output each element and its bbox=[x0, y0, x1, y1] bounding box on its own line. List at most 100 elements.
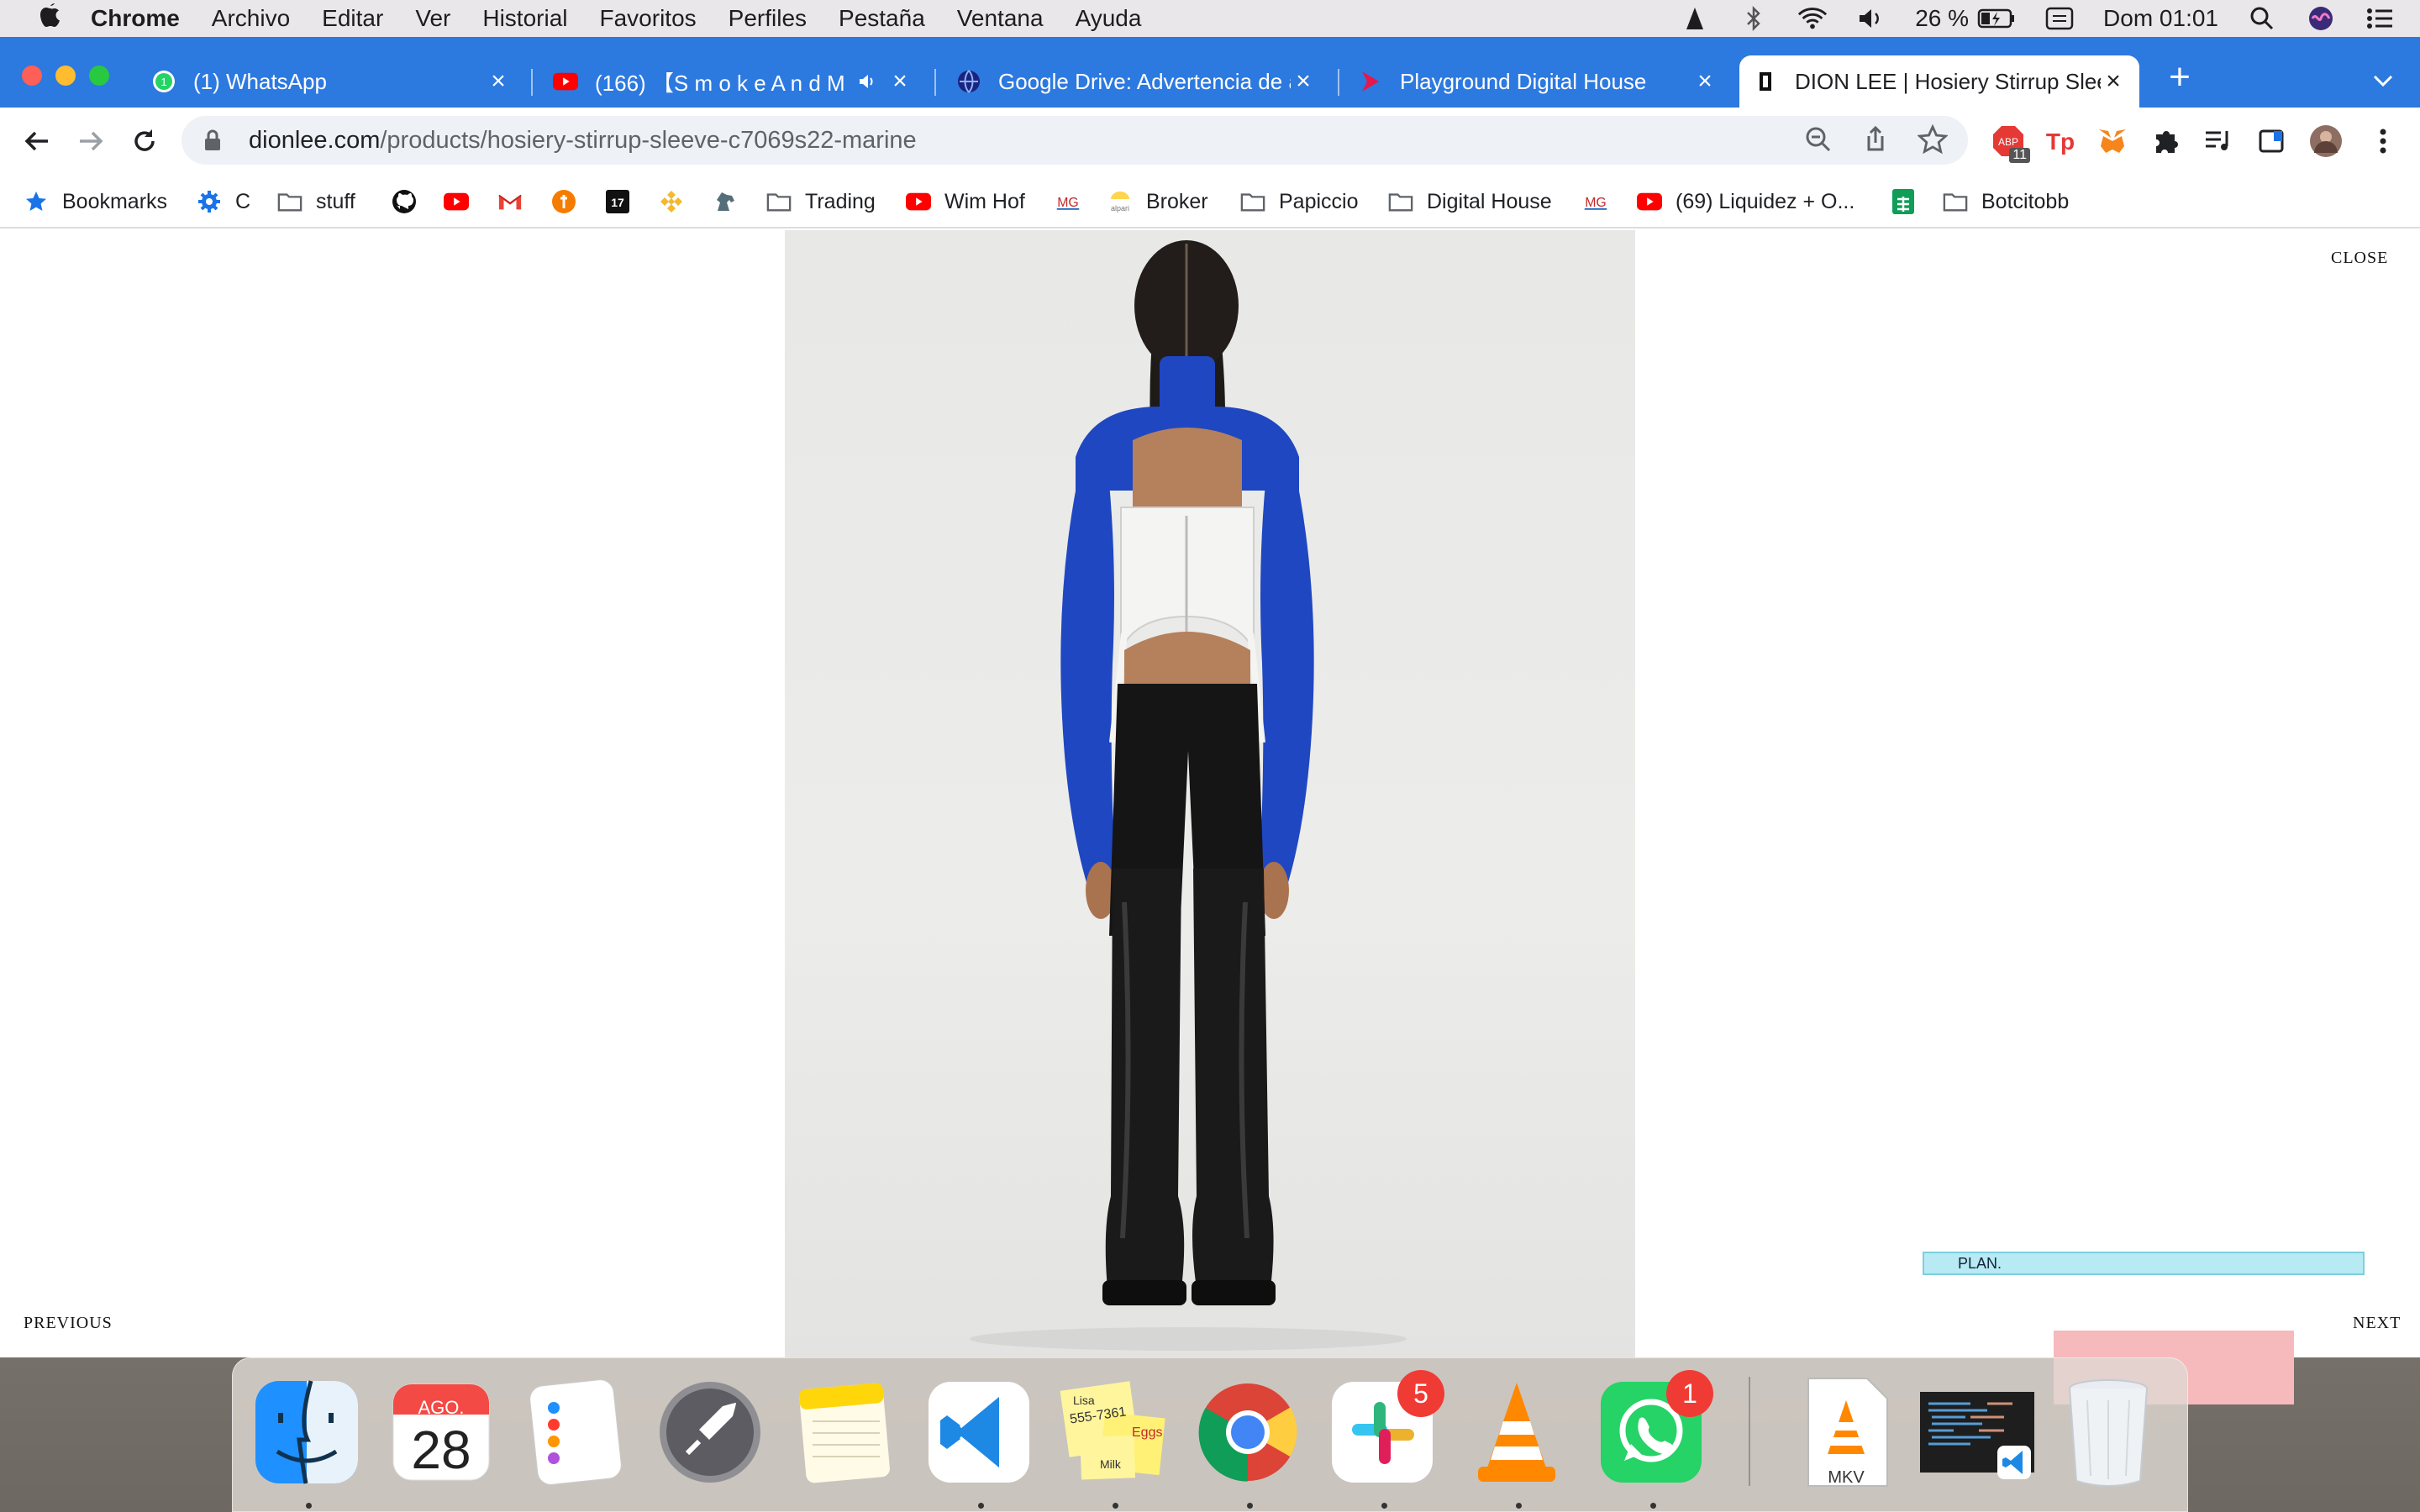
finder-icon[interactable] bbox=[250, 1375, 364, 1489]
trash-icon[interactable] bbox=[2051, 1375, 2165, 1489]
tab-close-icon[interactable]: × bbox=[1692, 67, 1718, 96]
lock-icon[interactable] bbox=[200, 128, 225, 153]
back-button[interactable] bbox=[18, 123, 55, 160]
bookmark-mg-2[interactable]: MG bbox=[1583, 186, 1622, 217]
bookmark-horse[interactable] bbox=[713, 186, 751, 217]
bookmark-wim-hof[interactable]: Wim Hof bbox=[906, 186, 1025, 217]
close-window-button[interactable] bbox=[22, 66, 42, 86]
control-center-icon[interactable] bbox=[2365, 6, 2395, 31]
bookmark-sheets[interactable] bbox=[1891, 186, 1929, 217]
bookmark-digital-house[interactable]: Digital House bbox=[1388, 186, 1552, 217]
alpari-icon: alpari bbox=[1107, 189, 1133, 214]
adblock-plus-icon[interactable]: ABP 11 bbox=[1991, 124, 2030, 163]
share-icon[interactable] bbox=[1860, 124, 1891, 155]
tab-close-icon[interactable]: × bbox=[887, 67, 913, 96]
launchpad-rocket-icon[interactable] bbox=[653, 1375, 767, 1489]
vlc-icon[interactable] bbox=[1460, 1375, 1574, 1489]
whatsapp-icon[interactable]: 1 bbox=[1594, 1370, 1713, 1489]
bookmark-trading[interactable]: Trading bbox=[766, 186, 876, 217]
reading-list-icon[interactable] bbox=[2255, 124, 2289, 158]
tab-dion-lee[interactable]: DION LEE | Hosiery Stirrup Sleeve × bbox=[1739, 55, 2139, 108]
zoom-out-icon[interactable] bbox=[1803, 124, 1833, 155]
bookmark-papiccio[interactable]: Papiccio bbox=[1240, 186, 1359, 217]
speaker-icon[interactable] bbox=[857, 69, 877, 94]
bookmark-gmail[interactable] bbox=[497, 186, 536, 217]
battery-indicator[interactable]: 26 % bbox=[1915, 5, 2016, 32]
vscode-window-thumbnail[interactable] bbox=[1920, 1375, 2034, 1489]
bookmark-youtube[interactable] bbox=[444, 186, 482, 217]
bookmark-binance[interactable] bbox=[659, 186, 697, 217]
reload-button[interactable] bbox=[126, 123, 163, 160]
tab-close-icon[interactable]: × bbox=[486, 67, 511, 96]
menu-ventana[interactable]: Ventana bbox=[957, 5, 1044, 32]
spotlight-search-icon[interactable] bbox=[2247, 6, 2277, 31]
tab-playground[interactable]: Playground Digital House × bbox=[1344, 55, 1731, 108]
close-lightbox-link[interactable]: CLOSE bbox=[2331, 249, 2388, 268]
apple-icon[interactable] bbox=[34, 1, 67, 36]
youtube-icon bbox=[444, 189, 469, 214]
bookmark-orange-circle[interactable] bbox=[551, 186, 590, 217]
stickies-icon[interactable]: Lisa 555-7361 Eggs Milk bbox=[1056, 1375, 1171, 1489]
menu-pestana[interactable]: Pestaña bbox=[839, 5, 925, 32]
menu-ayuda[interactable]: Ayuda bbox=[1076, 5, 1142, 32]
orange-circle-icon bbox=[551, 189, 576, 214]
bookmark-broker[interactable]: alpari Broker bbox=[1107, 186, 1208, 217]
vlc-status-icon[interactable] bbox=[1680, 6, 1710, 31]
new-tab-button[interactable]: + bbox=[2161, 59, 2198, 97]
tab-close-icon[interactable]: × bbox=[1291, 67, 1316, 96]
bookmark-bookmarks[interactable]: Bookmarks bbox=[24, 186, 167, 217]
plan-widget[interactable]: PLAN. bbox=[1923, 1252, 2365, 1275]
forward-button[interactable] bbox=[72, 123, 109, 160]
reload-icon bbox=[134, 129, 155, 151]
menu-favoritos[interactable]: Favoritos bbox=[600, 5, 697, 32]
menubar-clock[interactable]: Dom 01:01 bbox=[2103, 5, 2218, 32]
tab-youtube[interactable]: (166) 【S m o k e A n d M i r r o r s】 × bbox=[539, 55, 926, 108]
tab-title: (166) 【S m o k e A n d M i r r o r s】 bbox=[595, 70, 852, 96]
menu-archivo[interactable]: Archivo bbox=[212, 5, 290, 32]
keyboard-input-icon[interactable] bbox=[2044, 6, 2075, 31]
tab-title: Google Drive: Advertencia de análisis bbox=[998, 68, 1291, 94]
tab-whatsapp[interactable]: 1 (1) WhatsApp × bbox=[138, 55, 524, 108]
reminders-icon[interactable] bbox=[518, 1375, 633, 1489]
tab-search-chevron-icon[interactable] bbox=[2368, 66, 2398, 96]
menu-perfiles[interactable]: Perfiles bbox=[729, 5, 807, 32]
menu-ver[interactable]: Ver bbox=[415, 5, 450, 32]
chrome-icon[interactable] bbox=[1191, 1375, 1305, 1489]
bookmark-c[interactable]: C bbox=[197, 186, 250, 217]
mkv-file-icon[interactable]: MKV bbox=[1789, 1375, 1903, 1489]
media-control-icon[interactable] bbox=[2202, 124, 2235, 158]
profile-avatar[interactable] bbox=[2309, 124, 2343, 158]
tab-title: DION LEE | Hosiery Stirrup Sleeve bbox=[1795, 68, 2101, 94]
bluetooth-icon[interactable] bbox=[1739, 6, 1769, 31]
address-bar[interactable]: dionlee.com/products/hosiery-stirrup-sle… bbox=[182, 116, 1968, 165]
volume-icon[interactable] bbox=[1856, 6, 1886, 31]
bookmark-mg[interactable]: MG bbox=[1055, 186, 1094, 217]
zoom-window-button[interactable] bbox=[89, 66, 109, 86]
wifi-icon[interactable] bbox=[1797, 6, 1828, 31]
bookmark-star-icon[interactable] bbox=[1918, 124, 1948, 155]
bookmark-tradingview[interactable]: 17 bbox=[605, 186, 644, 217]
tab-google-drive[interactable]: Google Drive: Advertencia de análisis × bbox=[943, 55, 1329, 108]
chrome-menu-kebab-icon[interactable] bbox=[2366, 124, 2400, 158]
menu-historial[interactable]: Historial bbox=[482, 5, 567, 32]
slack-icon[interactable]: 5 bbox=[1325, 1370, 1444, 1489]
bookmark-stuff[interactable]: stuff bbox=[277, 186, 355, 217]
menu-editar[interactable]: Editar bbox=[322, 5, 383, 32]
product-photo[interactable] bbox=[785, 230, 1635, 1357]
notes-icon[interactable] bbox=[787, 1375, 902, 1489]
menu-app-name[interactable]: Chrome bbox=[91, 5, 180, 32]
minimize-window-button[interactable] bbox=[55, 66, 76, 86]
bookmark-botcitobb[interactable]: Botcitobb bbox=[1943, 186, 2069, 217]
vscode-icon[interactable] bbox=[922, 1375, 1036, 1489]
extensions-puzzle-icon[interactable] bbox=[2149, 124, 2183, 158]
bookmark-liquidez[interactable]: (69) Liquidez + O... bbox=[1637, 186, 1854, 217]
previous-image-link[interactable]: PREVIOUS bbox=[24, 1314, 113, 1333]
bookmark-github[interactable] bbox=[392, 186, 430, 217]
siri-icon[interactable] bbox=[2306, 6, 2336, 31]
tp-extension-icon[interactable]: Tp bbox=[2044, 124, 2077, 158]
next-image-link[interactable]: NEXT bbox=[2353, 1314, 2401, 1333]
mkv-label: MKV bbox=[1828, 1468, 1865, 1487]
tab-close-icon[interactable]: × bbox=[2101, 67, 2126, 96]
calendar-icon[interactable]: AGO. 28 bbox=[384, 1375, 498, 1489]
metamask-fox-icon[interactable] bbox=[2096, 124, 2129, 158]
